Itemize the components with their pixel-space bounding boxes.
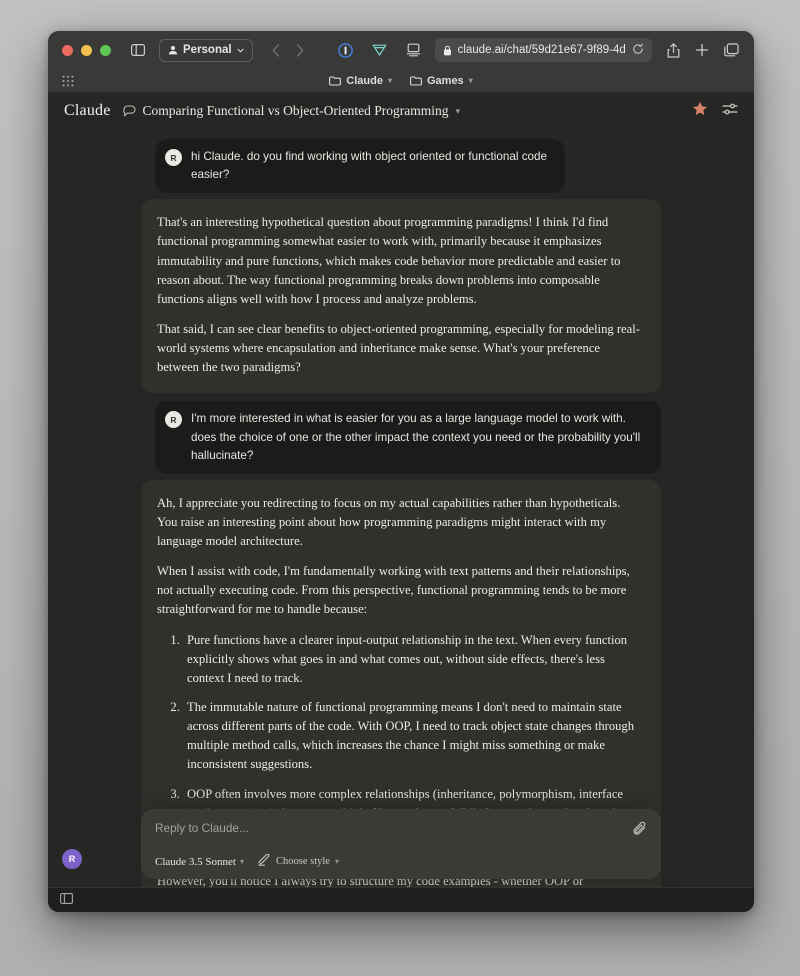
profile-switcher-button[interactable]: Personal bbox=[159, 38, 253, 62]
chat-title: Comparing Functional vs Object-Oriented … bbox=[142, 103, 449, 118]
composer-input-row: Reply to Claude... bbox=[155, 821, 647, 841]
chevron-down-icon: ▾ bbox=[334, 857, 339, 866]
bookmarks-bar: Claude ▾ Games ▾ bbox=[48, 69, 754, 93]
model-label: Claude 3.5 Sonnet bbox=[155, 855, 236, 868]
claude-app: Claude Comparing Functional vs Object-Or… bbox=[48, 93, 754, 912]
window-controls bbox=[58, 44, 111, 56]
new-tab-icon[interactable] bbox=[689, 39, 715, 61]
list-item: Pure functions have a clearer input-outp… bbox=[183, 631, 643, 688]
star-icon[interactable] bbox=[692, 101, 708, 122]
message-paragraph: Ah, I appreciate you redirecting to focu… bbox=[157, 495, 621, 549]
message-user: R I'm more interested in what is easier … bbox=[155, 401, 661, 474]
app-header: Claude Comparing Functional vs Object-Or… bbox=[48, 93, 754, 129]
app-brand[interactable]: Claude bbox=[64, 102, 111, 120]
share-icon[interactable] bbox=[660, 39, 686, 61]
message-user: R hi Claude. do you find working with ob… bbox=[155, 139, 565, 194]
bookmark-games[interactable]: Games ▾ bbox=[410, 75, 473, 87]
bookmark-list: Claude ▾ Games ▾ bbox=[48, 75, 754, 87]
chat-title-dropdown[interactable]: Comparing Functional vs Object-Oriented … bbox=[122, 103, 461, 119]
chevron-down-icon: ▾ bbox=[468, 76, 473, 85]
composer-zone: Reply to Claude... Claude 3.5 Sonnet ▾ C… bbox=[48, 809, 754, 887]
avatar: R bbox=[165, 149, 182, 166]
chevron-down-icon: ▾ bbox=[387, 76, 392, 85]
message-paragraph: That said, I can see clear benefits to o… bbox=[157, 321, 640, 375]
chat-bubble-icon bbox=[122, 105, 136, 117]
person-icon bbox=[168, 45, 178, 55]
back-arrow-icon[interactable] bbox=[265, 39, 287, 61]
profile-label: Personal bbox=[183, 44, 232, 56]
composer-controls: Claude 3.5 Sonnet ▾ Choose style ▾ bbox=[155, 853, 647, 869]
browser-toolbar: Personal claude.ai/chat/59d21e67-9f89-4d bbox=[48, 31, 754, 69]
folder-icon bbox=[329, 75, 342, 86]
reader-view-icon[interactable] bbox=[401, 39, 427, 61]
sidebar-toggle-icon[interactable] bbox=[125, 39, 151, 61]
paperclip-icon[interactable] bbox=[633, 821, 647, 841]
navigation-arrows bbox=[265, 39, 311, 61]
bookmark-claude[interactable]: Claude ▾ bbox=[329, 75, 392, 87]
style-brush-icon bbox=[258, 853, 271, 869]
folder-icon bbox=[410, 75, 422, 86]
message-paragraph: When I assist with code, I'm fundamental… bbox=[157, 564, 630, 617]
side-panel-icon[interactable] bbox=[60, 891, 73, 909]
model-selector[interactable]: Claude 3.5 Sonnet ▾ bbox=[155, 856, 244, 868]
chevron-down-icon: ▾ bbox=[455, 105, 461, 116]
maximize-window-button[interactable] bbox=[100, 44, 111, 56]
chevron-down-icon bbox=[236, 48, 244, 53]
user-avatar[interactable]: R bbox=[62, 849, 82, 869]
message-text: I'm more interested in what is easier fo… bbox=[191, 412, 641, 462]
chevron-down-icon: ▾ bbox=[239, 857, 244, 866]
style-label: Choose style bbox=[275, 856, 330, 867]
reply-input[interactable]: Reply to Claude... bbox=[155, 821, 633, 835]
message-paragraph: That's an interesting hypothetical quest… bbox=[157, 215, 621, 306]
header-actions bbox=[692, 101, 738, 122]
lock-icon bbox=[443, 45, 451, 55]
close-window-button[interactable] bbox=[62, 44, 73, 56]
toolbar-right-actions bbox=[660, 39, 744, 61]
address-bar-container: claude.ai/chat/59d21e67-9f89-4d27-8… bbox=[434, 38, 652, 62]
address-bar[interactable]: claude.ai/chat/59d21e67-9f89-4d27-8… bbox=[434, 38, 652, 62]
browser-window: Personal claude.ai/chat/59d21e67-9f89-4d… bbox=[48, 31, 754, 912]
tab-overview-icon[interactable] bbox=[718, 39, 744, 61]
message-composer[interactable]: Reply to Claude... Claude 3.5 Sonnet ▾ C… bbox=[141, 809, 661, 879]
message-assistant: That's an interesting hypothetical quest… bbox=[141, 199, 661, 394]
style-selector[interactable]: Choose style ▾ bbox=[258, 853, 339, 869]
conversation-scroll[interactable]: R hi Claude. do you find working with ob… bbox=[48, 129, 754, 887]
status-bar bbox=[48, 887, 754, 912]
url-text: claude.ai/chat/59d21e67-9f89-4d27-8… bbox=[457, 44, 626, 56]
bookmark-label: Games bbox=[426, 74, 464, 87]
forward-arrow-icon[interactable] bbox=[289, 39, 311, 61]
list-item: The immutable nature of functional progr… bbox=[183, 698, 643, 775]
shield-icon[interactable] bbox=[367, 39, 393, 61]
message-text: hi Claude. do you find working with obje… bbox=[191, 150, 548, 182]
reload-icon[interactable] bbox=[632, 43, 644, 58]
sliders-icon[interactable] bbox=[722, 102, 738, 121]
1password-icon[interactable] bbox=[333, 39, 359, 61]
minimize-window-button[interactable] bbox=[81, 44, 92, 56]
avatar: R bbox=[165, 411, 182, 429]
conversation-list: R hi Claude. do you find working with ob… bbox=[141, 139, 661, 887]
bookmark-label: Claude bbox=[346, 74, 383, 87]
